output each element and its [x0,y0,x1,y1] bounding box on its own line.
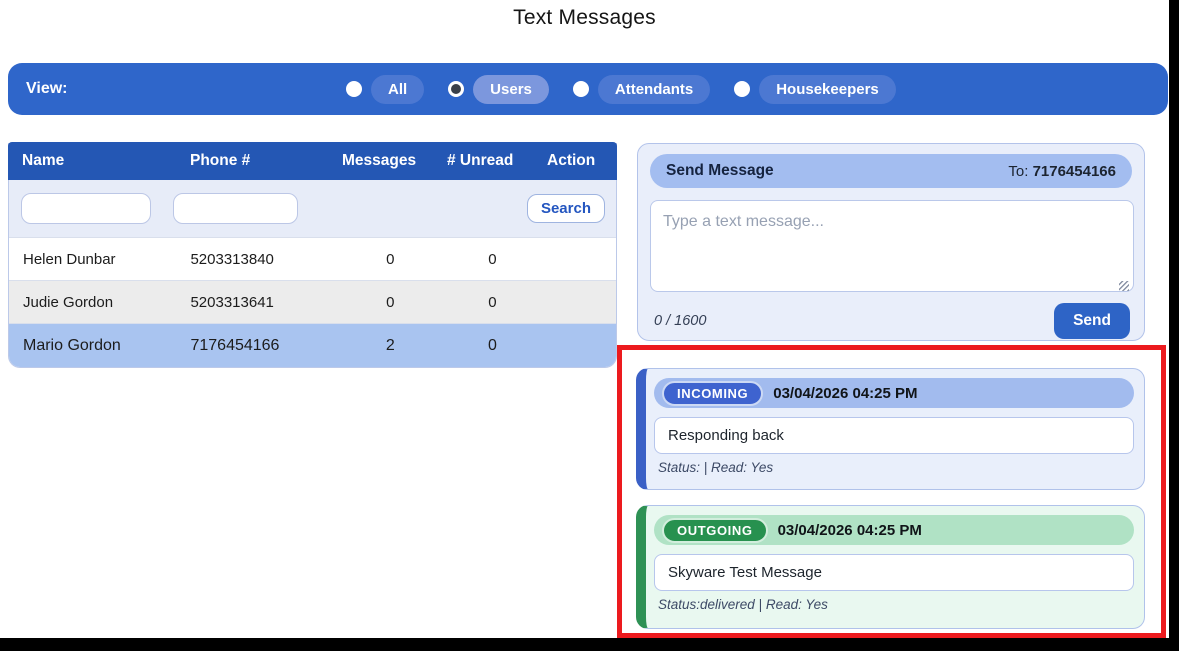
cell-messages: 0 [338,251,443,268]
cell-name: Helen Dunbar [9,251,176,268]
cell-phone: 7176454166 [176,337,337,355]
send-message-title: Send Message [666,162,774,180]
view-option-all-label[interactable]: All [371,75,424,104]
column-header-name: Name [8,152,176,170]
view-option-housekeepers[interactable]: Housekeepers [734,75,896,104]
phone-filter-input[interactable] [173,193,298,224]
view-toolbar: View: All Users Attendants Housekeepers [8,63,1168,115]
search-button[interactable]: Search [527,194,605,223]
incoming-message-card: INCOMING 03/04/2026 04:25 PM Responding … [636,368,1145,490]
contacts-table: Name Phone # Messages # Unread Action Se… [8,143,617,368]
cell-phone: 5203313641 [176,294,337,311]
radio-icon-all[interactable] [346,81,362,97]
outgoing-status-line: Status:delivered | Read: Yes [658,597,1144,612]
view-option-attendants-label[interactable]: Attendants [598,75,710,104]
incoming-message-header: INCOMING 03/04/2026 04:25 PM [654,378,1134,408]
cell-messages: 0 [338,294,443,311]
send-to-label: To: [1008,163,1028,180]
name-filter-input[interactable] [21,193,151,224]
cell-unread: 0 [443,337,543,355]
incoming-status-line: Status: | Read: Yes [658,460,1144,475]
outgoing-timestamp: 03/04/2026 04:25 PM [778,522,922,539]
view-option-users-label[interactable]: Users [473,75,549,104]
cell-phone: 5203313840 [176,251,337,268]
view-label: View: [26,80,68,98]
send-to-field: To: 7176454166 [1008,163,1116,180]
resize-grip-icon[interactable] [1119,281,1129,291]
cell-unread: 0 [443,251,543,268]
send-footer: 0 / 1600 Send [654,303,1130,339]
column-header-messages: Messages [338,152,443,170]
send-message-panel: Send Message To: 7176454166 0 / 1600 Sen… [637,143,1145,341]
cell-messages: 2 [338,337,443,355]
outgoing-message-text: Skyware Test Message [654,554,1134,591]
table-row-mario-gordon-selected[interactable]: Mario Gordon 7176454166 2 0 [9,323,616,367]
outgoing-badge: OUTGOING [662,518,768,543]
table-header-row: Name Phone # Messages # Unread Action [8,142,617,180]
send-message-header: Send Message To: 7176454166 [650,154,1132,188]
message-textarea[interactable] [650,200,1134,292]
view-option-attendants[interactable]: Attendants [573,75,710,104]
send-button[interactable]: Send [1054,303,1130,339]
table-row-helen-dunbar[interactable]: Helen Dunbar 5203313840 0 0 [9,237,616,280]
incoming-timestamp: 03/04/2026 04:25 PM [773,385,917,402]
table-row-judie-gordon[interactable]: Judie Gordon 5203313641 0 0 [9,280,616,323]
send-to-number: 7176454166 [1033,163,1116,180]
char-counter: 0 / 1600 [654,313,706,329]
message-textarea-wrap [650,200,1132,297]
table-filter-row: Search [9,180,616,237]
cell-name: Mario Gordon [9,337,176,355]
column-header-phone: Phone # [176,152,338,170]
incoming-badge: INCOMING [662,381,763,406]
outgoing-message-card: OUTGOING 03/04/2026 04:25 PM Skyware Tes… [636,505,1145,629]
radio-icon-users-selected[interactable] [448,81,464,97]
window-frame-bottom [0,638,1179,651]
view-radio-group: All Users Attendants Housekeepers [346,75,896,104]
radio-icon-housekeepers[interactable] [734,81,750,97]
column-header-action: Action [543,152,617,170]
column-header-unread: # Unread [443,152,543,170]
view-option-all[interactable]: All [346,75,424,104]
incoming-message-text: Responding back [654,417,1134,454]
window-frame-right [1169,0,1179,651]
outgoing-message-header: OUTGOING 03/04/2026 04:25 PM [654,515,1134,545]
view-option-users[interactable]: Users [448,75,549,104]
page: Text Messages View: All Users Attendants… [0,0,1179,651]
page-title: Text Messages [0,6,1169,30]
radio-icon-attendants[interactable] [573,81,589,97]
cell-unread: 0 [443,294,543,311]
cell-name: Judie Gordon [9,294,176,311]
view-option-housekeepers-label[interactable]: Housekeepers [759,75,896,104]
